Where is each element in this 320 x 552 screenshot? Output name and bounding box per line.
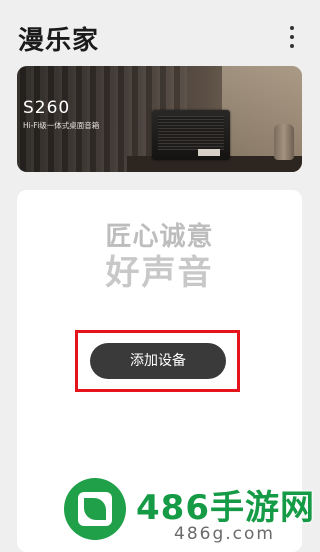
vase-image [274, 124, 294, 160]
app-title: 漫乐家 [18, 26, 100, 56]
banner-subtitle: Hi-Fi级一体式桌面音箱 [23, 121, 100, 130]
more-dot [290, 44, 294, 48]
watermark-brand: 486手游网 [136, 488, 315, 528]
slogan-line2: 好声音 [105, 253, 214, 293]
speaker-image [152, 110, 230, 160]
watermark-logo-icon [64, 478, 126, 540]
product-banner[interactable]: S260 Hi-Fi级一体式桌面音箱 [17, 66, 302, 172]
add-device-button[interactable]: 添加设备 [90, 343, 226, 379]
watermark-url: 486g.com [174, 524, 275, 544]
speaker-badge [198, 149, 220, 156]
banner-model: S260 [23, 98, 71, 118]
more-dot [290, 35, 294, 39]
more-options-icon[interactable] [288, 26, 296, 48]
more-dot [290, 26, 294, 30]
watermark-logo-leaf [84, 498, 106, 520]
speaker-grille [158, 116, 224, 150]
watermark: 486手游网 486g.com [54, 478, 320, 551]
